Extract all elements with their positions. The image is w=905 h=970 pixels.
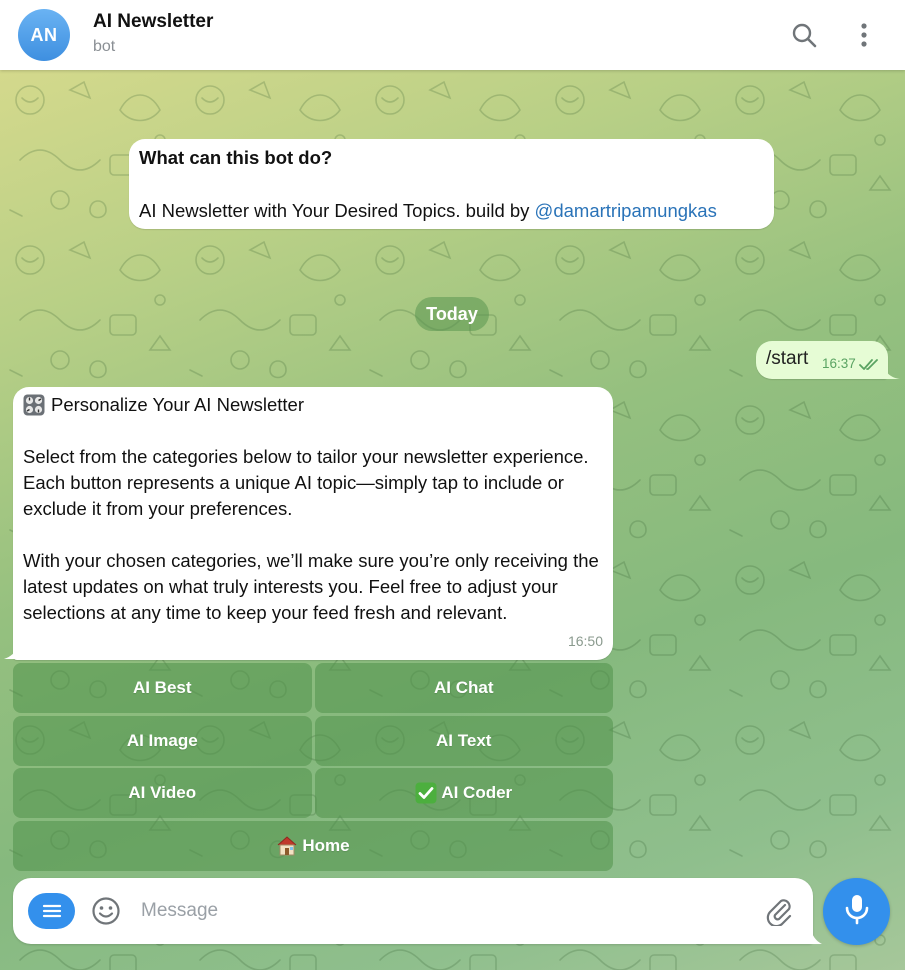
menu-icon[interactable]	[28, 893, 75, 929]
double-check-icon	[859, 358, 881, 376]
outgoing-message-text: /start	[766, 348, 809, 369]
message-paragraph: Select from the categories below to tail…	[23, 446, 589, 519]
attach-icon[interactable]	[765, 896, 793, 931]
chat-subtitle: bot	[93, 38, 116, 55]
incoming-message-time: 16:50	[567, 633, 603, 649]
keyboard-row: Home	[13, 821, 613, 871]
keyboard-button-label: Home	[302, 836, 350, 855]
keyboard-button-ai-video[interactable]: AI Video	[13, 768, 312, 818]
message-input[interactable]	[141, 896, 741, 926]
keyboard-row: AI Image AI Text	[13, 716, 613, 766]
house-icon	[276, 835, 298, 857]
bot-info-text: AI Newsletter with Your Desired Topics. …	[139, 198, 764, 224]
incoming-message[interactable]: Personalize Your AI Newsletter Select fr…	[13, 387, 613, 660]
chat-title[interactable]: AI Newsletter	[93, 11, 213, 33]
microphone-icon	[844, 893, 870, 930]
message-heading-text: Personalize Your AI Newsletter	[51, 394, 304, 415]
more-vertical-icon[interactable]	[849, 20, 879, 50]
keyboard-row: AI Video AI Coder	[13, 768, 613, 818]
message-heading: Personalize Your AI Newsletter	[23, 392, 603, 418]
check-mark-icon	[415, 782, 437, 804]
keyboard-row: AI Best AI Chat	[13, 663, 613, 713]
chat-header: AN AI Newsletter bot	[0, 0, 905, 70]
control-knobs-icon	[23, 394, 45, 416]
message-paragraph: With your chosen categories, we’ll make …	[23, 550, 599, 623]
search-icon[interactable]	[789, 20, 819, 50]
message-composer	[13, 878, 813, 944]
keyboard-button-home[interactable]: Home	[13, 821, 613, 871]
keyboard-button-ai-coder[interactable]: AI Coder	[314, 768, 613, 818]
keyboard-button-ai-best[interactable]: AI Best	[13, 663, 312, 713]
keyboard-button-ai-image[interactable]: AI Image	[13, 716, 312, 766]
microphone-button[interactable]	[823, 878, 890, 945]
bot-info-description: AI Newsletter with Your Desired Topics. …	[139, 200, 535, 221]
keyboard-button-label: AI Coder	[441, 783, 513, 802]
keyboard-button-ai-text[interactable]: AI Text	[314, 716, 613, 766]
bot-info-title: What can this bot do?	[139, 147, 333, 168]
avatar[interactable]: AN	[18, 9, 70, 61]
keyboard-button-ai-chat[interactable]: AI Chat	[314, 663, 613, 713]
emoji-icon[interactable]	[91, 896, 121, 931]
incoming-bubble-tail	[4, 645, 18, 659]
date-divider: Today	[415, 297, 489, 331]
outgoing-message-time: 16:37	[822, 356, 856, 371]
outgoing-message[interactable]: /start 16:37	[756, 341, 888, 379]
author-link[interactable]: @damartripamungkas	[535, 200, 717, 221]
bot-info-bubble: What can this bot do? AI Newsletter with…	[129, 139, 774, 229]
composer-tail	[808, 918, 822, 944]
outgoing-bubble-tail	[884, 366, 900, 379]
